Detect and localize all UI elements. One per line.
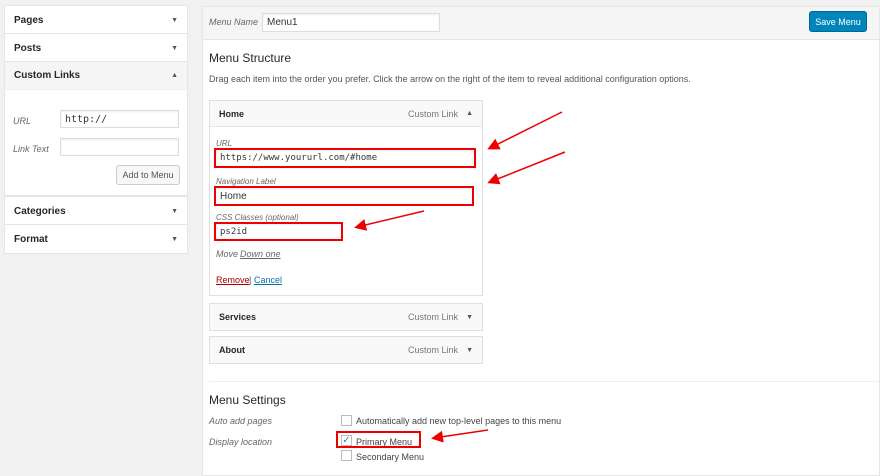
arrow-icon: [487, 151, 566, 185]
annotation-arrows: [354, 111, 566, 443]
arrow-icon: [431, 429, 489, 443]
arrow-icon: [354, 210, 425, 231]
arrow-icon: [487, 111, 563, 150]
